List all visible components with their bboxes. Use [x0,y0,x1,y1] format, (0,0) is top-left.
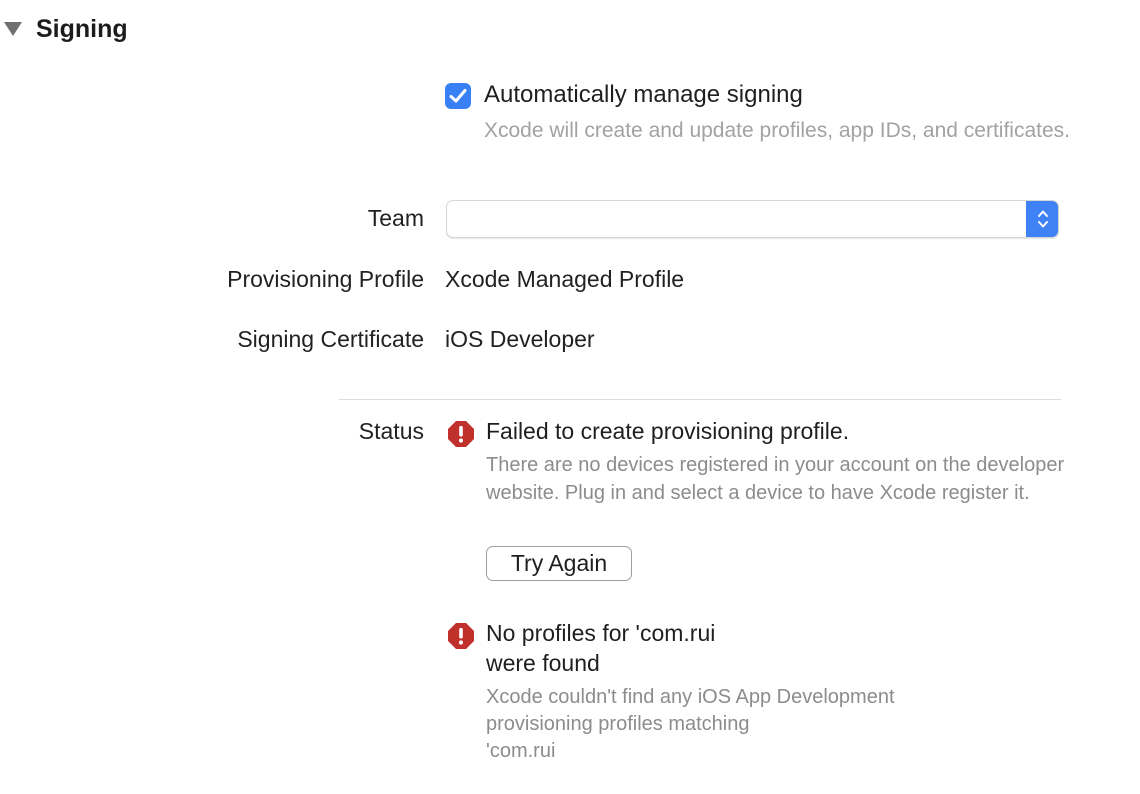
disclosure-triangle-icon[interactable] [4,22,22,36]
auto-signing-checkbox[interactable] [445,83,471,109]
try-again-button[interactable]: Try Again [486,546,632,581]
error-description: There are no devices registered in your … [486,454,1065,504]
error-title-line-2: were found [486,650,600,676]
signing-certificate-value: iOS Developer [445,326,595,352]
team-label: Team [367,205,424,231]
auto-signing-description: Xcode will create and update profiles, a… [484,119,1070,142]
checkmark-icon [449,89,467,103]
signing-certificate-label: Signing Certificate [237,326,424,352]
error-title-line-1: No profiles for 'com.rui [486,620,716,646]
provisioning-profile-label: Provisioning Profile [227,266,424,292]
error-octagon-icon [448,421,474,447]
error-octagon-icon [448,623,474,649]
provisioning-profile-value: Xcode Managed Profile [445,266,685,292]
section-title: Signing [36,14,128,43]
error-description-line-3: 'com.rui [486,740,556,762]
error-description-line-1: Xcode couldn't find any iOS App Developm… [486,686,895,708]
error-description-line-2: provisioning profiles matching [486,713,750,735]
signing-section-header[interactable]: Signing [0,12,128,46]
team-popup-button[interactable] [446,200,1059,238]
error-title: Failed to create provisioning profile. [486,418,850,444]
up-down-chevron-icon[interactable] [1026,201,1058,237]
divider [339,399,1061,400]
auto-signing-label[interactable]: Automatically manage signing [484,81,803,109]
status-label: Status [358,418,424,444]
signing-settings-page: Signing Automatically manage signing Xco… [0,0,1140,794]
